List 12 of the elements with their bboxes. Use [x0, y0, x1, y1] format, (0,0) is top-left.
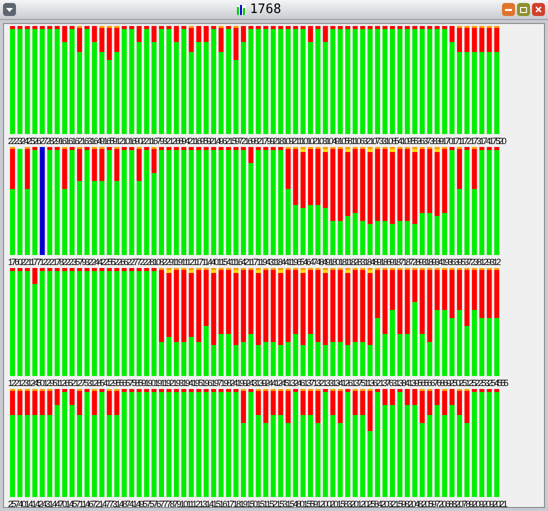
bar-chart-icon [236, 4, 246, 14]
window-menu-button[interactable] [3, 3, 16, 16]
bar-labels: 2574014142431447014571146721477314874149575767778791011121314151617181915015115215315480155912002015832012025842032159820482059720688207892092092021 [8, 498, 508, 507]
close-button[interactable] [532, 3, 545, 16]
bar-labels: 22232425262728291616162163164916591210169022116793212689421169592149621597216982179921810921110102103104910581106321073310854109553637383917017117217317417520 [8, 135, 506, 147]
close-icon [535, 6, 542, 13]
maximize-button[interactable] [517, 3, 530, 16]
window-title: 1768 [250, 0, 282, 19]
bar-labels: 17602211771222178222357932244225522662277222810822911911121171144011541116421171194311844119654647484918018118283184891869187187289318934193639537238129312 [8, 256, 501, 268]
caret-icon [6, 8, 13, 12]
bar-labels: 1221231245012951126521275312854129556575859190191192193194195196197198241992431392441245132461371321331341261375113621376313841395656676869250251252253254555 [8, 377, 508, 389]
minimize-button[interactable] [502, 3, 515, 16]
